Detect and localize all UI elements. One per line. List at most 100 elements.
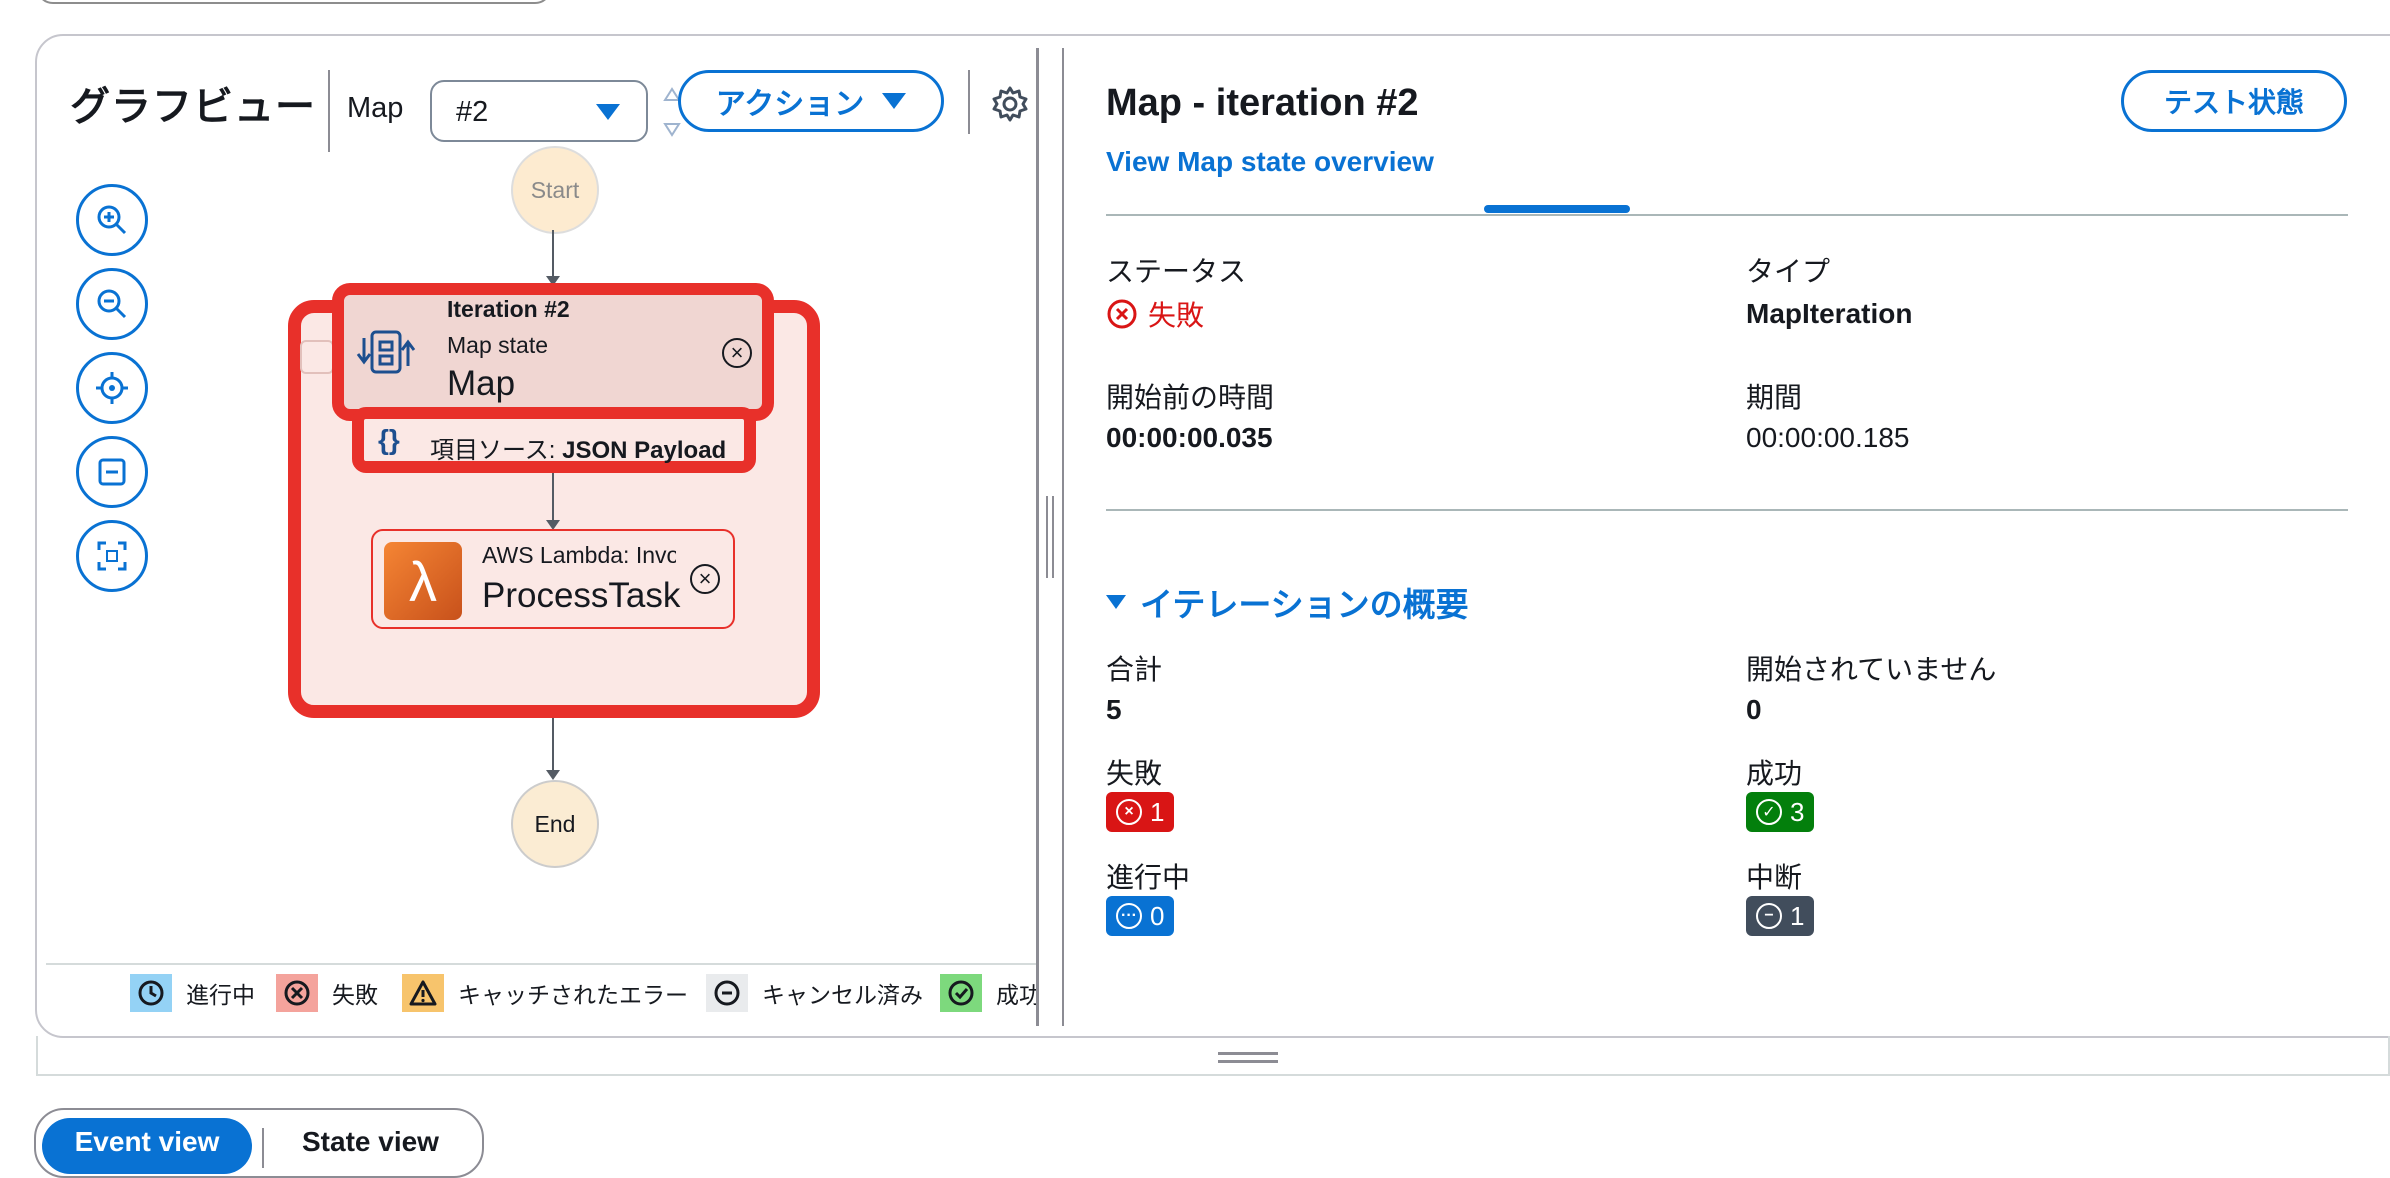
running-label: 進行中	[1106, 862, 1191, 893]
x-circle-icon	[1107, 299, 1137, 329]
expand-icon	[97, 541, 127, 571]
check-circle-icon	[940, 974, 982, 1012]
action-button-label: アクション	[715, 88, 865, 121]
resize-bar[interactable]	[36, 1036, 2390, 1076]
minus-circle-icon	[706, 974, 748, 1012]
failed-x-icon: ×	[690, 564, 720, 594]
x-circle-icon	[276, 974, 318, 1012]
legend-label: 進行中	[186, 982, 255, 1008]
iteration-summary-toggle[interactable]: イテレーションの概要	[1106, 578, 1469, 626]
top-collapsed-control[interactable]	[36, 0, 552, 4]
succeeded-count: 3	[1790, 796, 1805, 827]
failed-count-badge: × 1	[1106, 792, 1175, 832]
drag-handle-icon[interactable]	[1218, 1060, 1278, 1063]
status-value: 失敗	[1106, 294, 1204, 334]
aborted-count-badge: − 1	[1746, 896, 1815, 936]
start-time-label: 開始前の時間	[1106, 382, 1275, 413]
status-text: 失敗	[1148, 300, 1205, 331]
drag-handle-icon[interactable]	[1218, 1052, 1278, 1055]
detail-title: Map - iteration #2	[1106, 82, 1419, 124]
type-label: タイプ	[1746, 256, 1831, 287]
legend-label: キャッチされたエラー	[458, 982, 688, 1008]
header-divider	[328, 70, 330, 152]
total-value: 5	[1106, 694, 1122, 725]
failed-label: 失敗	[1106, 758, 1163, 789]
succeeded-count-badge: ✓ 3	[1746, 792, 1815, 832]
panel-divider	[1036, 48, 1039, 1026]
legend-item-in-progress: 進行中	[130, 974, 255, 1012]
legend-item-cancelled: キャンセル済み	[706, 974, 923, 1012]
clock-icon	[130, 974, 172, 1012]
json-braces-icon: {}	[378, 424, 400, 455]
tab-divider	[1106, 214, 2348, 216]
total-label: 合計	[1106, 654, 1163, 685]
edge	[552, 473, 554, 523]
toggle-divider	[262, 1128, 264, 1168]
edge	[552, 718, 554, 774]
duration-label: 期間	[1746, 382, 1803, 413]
check-circle-icon: ✓	[1756, 799, 1782, 825]
caret-down-icon	[596, 104, 620, 120]
failed-count: 1	[1150, 796, 1165, 827]
iteration-select-value: #2	[456, 96, 489, 128]
legend-item-failed: 失敗	[276, 974, 378, 1012]
duration-value: 00:00:00.185	[1746, 422, 1910, 453]
gear-icon[interactable]	[990, 84, 1030, 124]
graph-view-title: グラフビュー	[70, 85, 316, 129]
warning-icon	[402, 974, 444, 1012]
center-button[interactable]	[76, 352, 148, 424]
collapse-button[interactable]	[76, 436, 148, 508]
aborted-count: 1	[1790, 900, 1805, 931]
x-circle-icon: ×	[1116, 799, 1142, 825]
fit-view-button[interactable]	[76, 520, 148, 592]
iteration-name: Map	[447, 364, 516, 403]
zoom-out-button[interactable]	[76, 268, 148, 340]
start-time-value: 00:00:00.035	[1106, 422, 1273, 453]
state-view-button[interactable]: State view	[302, 1126, 439, 1158]
resize-handle-icon[interactable]	[1044, 496, 1056, 578]
minus-circle-icon: −	[1756, 903, 1782, 929]
event-view-button[interactable]: Event view	[42, 1118, 252, 1174]
running-count: 0	[1150, 900, 1165, 931]
collapse-icon	[98, 458, 126, 486]
lambda-name: ProcessTask	[482, 576, 681, 615]
section-divider	[1106, 509, 2348, 511]
lambda-icon: λ	[384, 542, 462, 620]
zoom-out-icon	[97, 289, 127, 319]
section-title: イテレーションの概要	[1140, 586, 1469, 623]
end-node[interactable]: End	[511, 780, 599, 868]
not-started-value: 0	[1746, 694, 1762, 725]
zoom-in-icon	[97, 205, 127, 235]
map-state-icon	[356, 330, 416, 374]
legend-label: 成功	[996, 982, 1036, 1008]
running-count-badge: ··· 0	[1106, 896, 1175, 936]
active-tab-indicator	[1484, 205, 1630, 213]
not-started-label: 開始されていません	[1746, 654, 1997, 685]
test-state-button[interactable]: テスト状態	[2121, 70, 2347, 132]
crosshair-icon	[96, 372, 128, 404]
collapse-map-icon[interactable]	[300, 340, 334, 374]
legend-label: キャンセル済み	[762, 982, 923, 1008]
legend-item-succeeded: 成功	[940, 974, 1036, 1012]
status-label: ステータス	[1106, 256, 1247, 287]
item-source-text: 項目ソース: JSON Payload	[430, 430, 726, 465]
start-node[interactable]: Start	[511, 146, 599, 234]
zoom-in-button[interactable]	[76, 184, 148, 256]
iteration-title: Iteration #2	[447, 296, 570, 322]
dots-circle-icon: ···	[1116, 903, 1142, 929]
edge	[552, 230, 554, 278]
header-divider	[968, 70, 970, 134]
succeeded-label: 成功	[1746, 758, 1803, 789]
caret-down-icon	[882, 93, 907, 109]
lambda-type: AWS Lambda: Invoke	[482, 542, 676, 568]
action-button[interactable]: アクション	[678, 70, 944, 132]
aborted-label: 中断	[1746, 862, 1803, 893]
type-value: MapIteration	[1746, 298, 1913, 329]
legend-item-caught-error: キャッチされたエラー	[402, 974, 688, 1012]
legend-divider	[46, 963, 1036, 965]
map-label: Map	[347, 92, 404, 124]
map-overview-link[interactable]: View Map state overview	[1106, 146, 1434, 178]
legend-label: 失敗	[332, 982, 378, 1008]
item-source-label: 項目ソース:	[430, 437, 563, 464]
item-source-value: JSON Payload	[562, 437, 727, 464]
